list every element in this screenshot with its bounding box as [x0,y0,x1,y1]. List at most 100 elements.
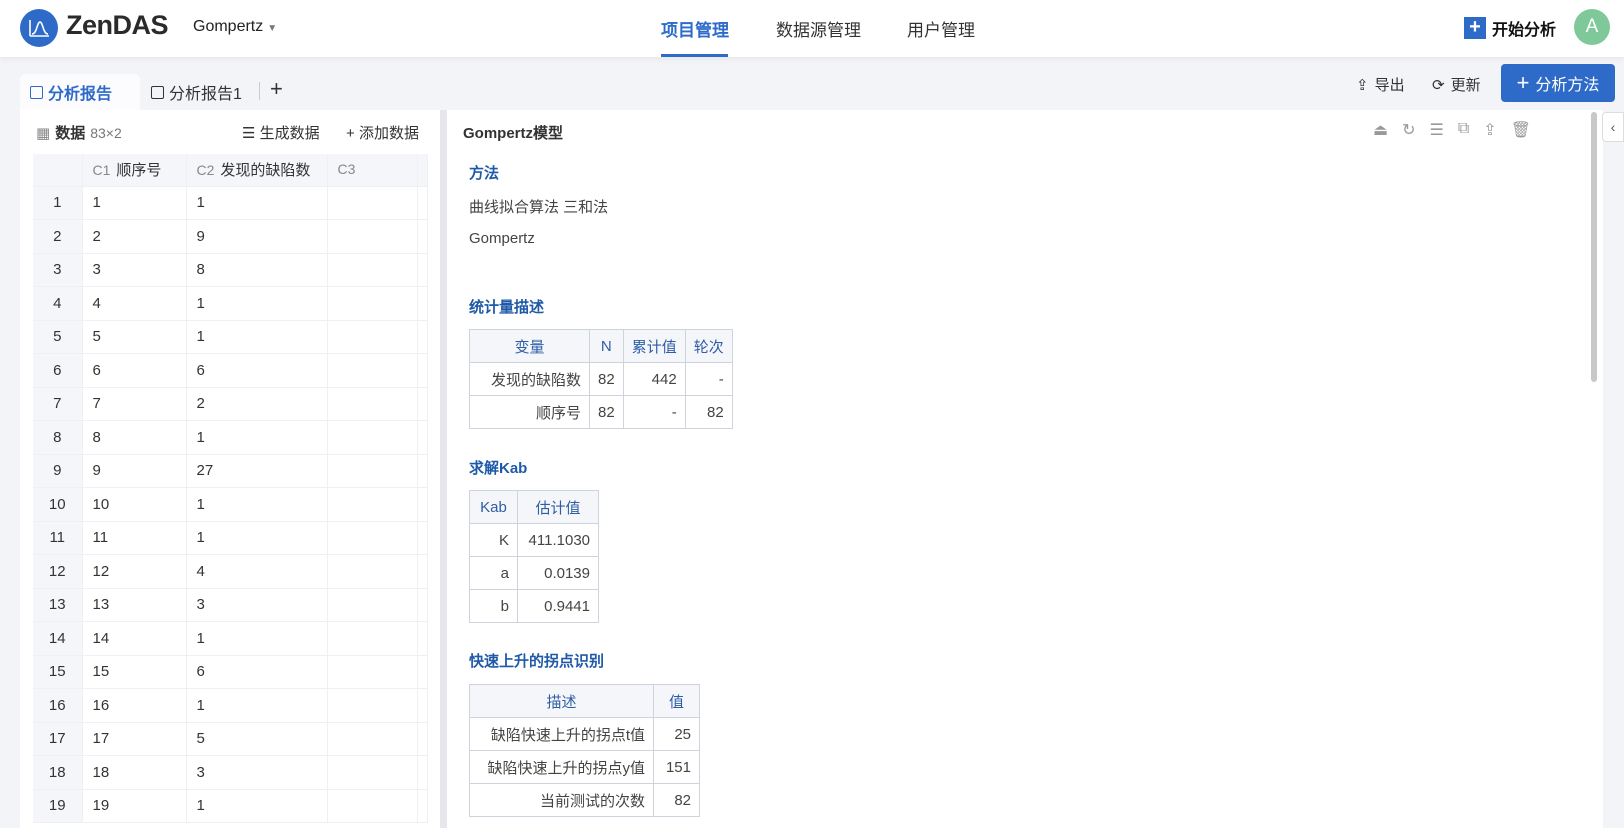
cell-c3[interactable] [327,588,418,622]
panel-splitter[interactable] [440,110,447,828]
cell-c1[interactable]: 10 [82,487,187,522]
cell-c4[interactable] [417,722,428,756]
cell-c3[interactable] [327,387,418,421]
trash-icon[interactable]: 🗑 [1511,120,1531,140]
cell-c1[interactable]: 9 [82,454,187,488]
cell-c2[interactable]: 3 [186,588,328,622]
cell-c3[interactable] [327,286,418,321]
cell-c1[interactable]: 13 [82,588,187,622]
cell-c3[interactable] [327,420,418,455]
cell-c2[interactable]: 1 [186,286,328,321]
cell-c2[interactable]: 3 [186,755,328,790]
report-scrollbar[interactable] [1591,112,1597,382]
cell-c1[interactable]: 7 [82,387,187,421]
cell-c4[interactable] [417,420,428,455]
cell-c4[interactable] [417,621,428,656]
cell-c3[interactable] [327,521,418,555]
add-analysis-method-button[interactable]: + 分析方法 [1501,64,1615,102]
cell-c2[interactable]: 4 [186,554,328,589]
cell-c2[interactable]: 1 [186,320,328,354]
cell-c3[interactable] [327,454,418,488]
start-analysis-button[interactable]: + 开始分析 [1464,16,1556,40]
cell-c1[interactable]: 5 [82,320,187,354]
cell-c1[interactable]: 16 [82,688,187,723]
cell-c1[interactable]: 6 [82,353,187,388]
column-header-c1[interactable]: C1 顺序号 [82,154,187,187]
cell-c2[interactable]: 1 [186,420,328,455]
cell-c1[interactable]: 3 [82,253,187,287]
cell-c4[interactable] [417,253,428,287]
cell-c1[interactable]: 12 [82,554,187,589]
nav-project-management[interactable]: 项目管理 [661,16,729,41]
column-header-c3[interactable]: C3 [327,154,418,187]
cell-c2[interactable]: 1 [186,688,328,723]
cell-c3[interactable] [327,219,418,254]
column-header-c2[interactable]: C2 发现的缺陷数 [186,154,328,187]
cell-c3[interactable] [327,487,418,522]
column-header-c4[interactable] [417,154,428,187]
nav-datasource-management[interactable]: 数据源管理 [776,16,861,41]
cell-c1[interactable]: 2 [82,219,187,254]
cell-c1[interactable]: 4 [82,286,187,321]
project-selector[interactable]: Gompertz ▼ [193,18,277,36]
cell-c1[interactable]: 11 [82,521,187,555]
cell-c4[interactable] [417,387,428,421]
copy-icon[interactable]: ⧉ [1458,120,1469,140]
cell-c1[interactable]: 18 [82,755,187,790]
cell-c4[interactable] [417,320,428,354]
cell-c3[interactable] [327,253,418,287]
add-data-button[interactable]: + 添加数据 [346,122,419,143]
cell-c4[interactable] [417,186,428,220]
cell-c3[interactable] [327,186,418,220]
cell-c2[interactable]: 1 [186,186,328,220]
cell-c1[interactable]: 1 [82,186,187,220]
cell-c4[interactable] [417,789,428,823]
add-tab-button[interactable]: + [270,76,283,102]
settings-sliders-icon[interactable]: ☰ [1430,120,1444,140]
collapse-icon[interactable]: ⏏ [1373,120,1388,140]
cell-c3[interactable] [327,722,418,756]
cell-c4[interactable] [417,219,428,254]
cell-c2[interactable]: 1 [186,521,328,555]
cell-c4[interactable] [417,286,428,321]
cell-c4[interactable] [417,521,428,555]
cell-c1[interactable]: 15 [82,655,187,689]
cell-c2[interactable]: 1 [186,621,328,656]
cell-c3[interactable] [327,320,418,354]
cell-c3[interactable] [327,755,418,790]
cell-c4[interactable] [417,353,428,388]
data-grid[interactable]: C1 顺序号 C2 发现的缺陷数 C3 1112293384415516667728… [33,154,428,823]
cell-c4[interactable] [417,688,428,723]
cell-c2[interactable]: 27 [186,454,328,488]
cell-c2[interactable]: 8 [186,253,328,287]
cell-c3[interactable] [327,353,418,388]
cell-c2[interactable]: 6 [186,655,328,689]
cell-c4[interactable] [417,588,428,622]
cell-c3[interactable] [327,688,418,723]
refresh-icon[interactable]: ↻ [1402,120,1415,140]
export-button[interactable]: ⇪ 导出 [1356,74,1405,95]
cell-c1[interactable]: 8 [82,420,187,455]
generate-data-button[interactable]: ☰ 生成数据 [242,122,320,143]
cell-c3[interactable] [327,789,418,823]
cell-c4[interactable] [417,487,428,522]
cell-c2[interactable]: 5 [186,722,328,756]
cell-c2[interactable]: 1 [186,789,328,823]
collapse-sidebar-button[interactable]: ‹ [1602,112,1624,142]
cell-c3[interactable] [327,655,418,689]
cell-c4[interactable] [417,755,428,790]
cell-c4[interactable] [417,554,428,589]
avatar[interactable]: A [1574,9,1610,45]
cell-c1[interactable]: 14 [82,621,187,656]
nav-user-management[interactable]: 用户管理 [907,16,975,41]
cell-c2[interactable]: 6 [186,353,328,388]
cell-c2[interactable]: 9 [186,219,328,254]
cell-c3[interactable] [327,554,418,589]
cell-c1[interactable]: 17 [82,722,187,756]
cell-c1[interactable]: 19 [82,789,187,823]
cell-c4[interactable] [417,655,428,689]
cell-c2[interactable]: 2 [186,387,328,421]
cell-c2[interactable]: 1 [186,487,328,522]
share-icon[interactable]: ⇪ [1483,120,1496,140]
tab-report[interactable]: 分析报告 [20,74,140,110]
